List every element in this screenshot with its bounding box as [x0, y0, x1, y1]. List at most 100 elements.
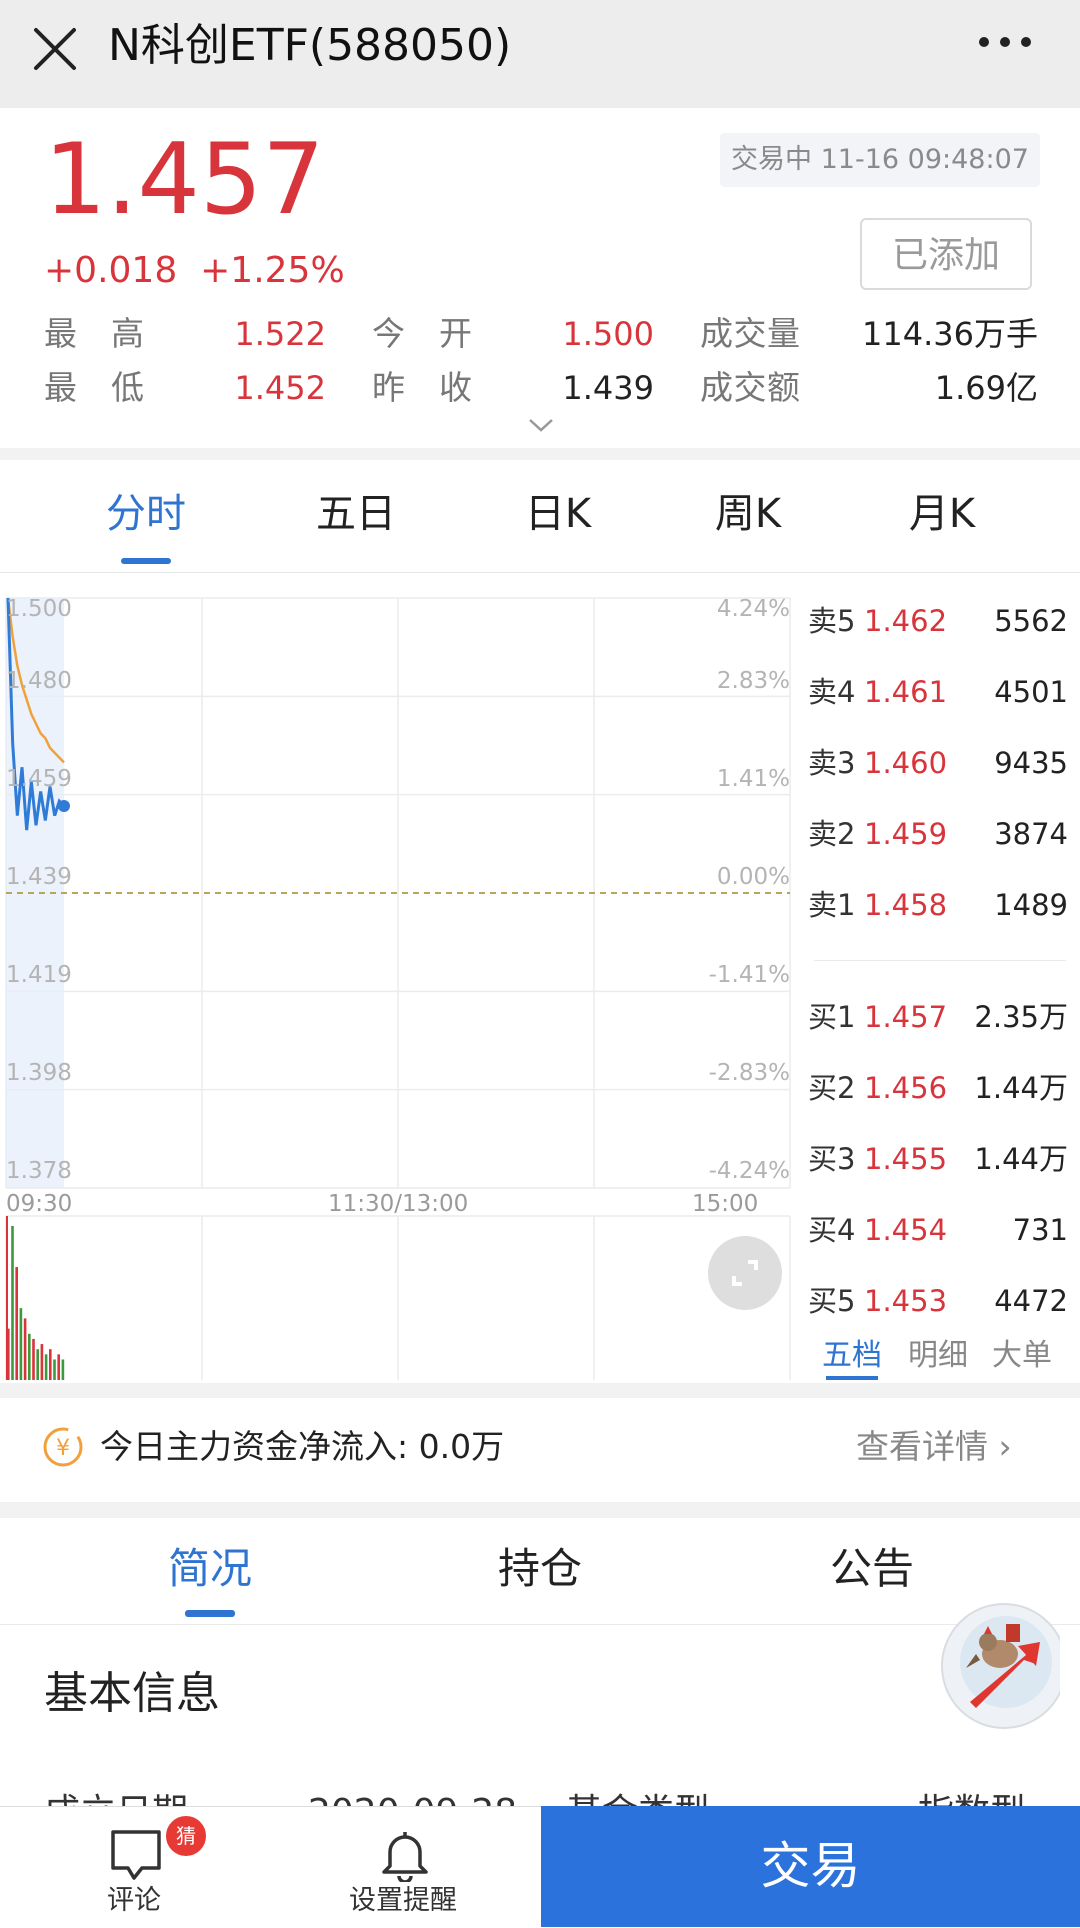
volume-bar — [44, 1354, 48, 1380]
ask-label: 卖3 — [808, 746, 856, 780]
open-label: 今 开 — [372, 314, 473, 353]
bid-price: 1.454 — [864, 1213, 948, 1247]
high-value: 1.522 — [234, 315, 326, 353]
section-title: 基本信息 — [44, 1668, 220, 1719]
y-left-tick: 1.378 — [6, 1158, 72, 1184]
x-tick: 09:30 — [6, 1191, 73, 1217]
ask-price: 1.458 — [864, 888, 948, 922]
tab-announcements[interactable]: 公告 — [830, 1540, 914, 1598]
volume-bar — [19, 1308, 23, 1380]
y-left-tick: 1.480 — [6, 668, 72, 694]
bid-label: 买1 — [808, 1000, 856, 1034]
volume-bar — [15, 1267, 18, 1380]
svg-text:¥: ¥ — [56, 1436, 70, 1461]
ask-price: 1.459 — [864, 817, 948, 851]
comment-label: 评论 — [107, 1885, 161, 1916]
price-change: +0.018 +1.25% — [44, 248, 345, 294]
volume-bars — [6, 1216, 65, 1380]
y-left-tick: 1.439 — [6, 864, 72, 890]
bid-row-4: 买4 1.454 731 — [808, 1205, 1068, 1255]
expand-icon[interactable] — [708, 1236, 782, 1310]
ask-row-5: 卖5 1.462 5562 — [808, 596, 1068, 646]
volume-bar — [36, 1349, 39, 1380]
ask-volume: 3874 — [994, 817, 1068, 851]
ask-label: 卖4 — [808, 675, 856, 709]
turnover-label: 成交额 — [700, 368, 801, 407]
ask-price: 1.462 — [864, 604, 948, 638]
ask-volume: 9435 — [994, 746, 1068, 780]
bid-label: 买5 — [808, 1284, 856, 1318]
y-left-tick: 1.398 — [6, 1060, 72, 1086]
bid-volume: 1.44万 — [974, 1142, 1068, 1176]
volume-bar — [49, 1349, 52, 1380]
mascot-icon[interactable] — [936, 1590, 1067, 1742]
bid-price: 1.457 — [864, 1000, 948, 1034]
high-label: 最 高 — [44, 314, 145, 353]
added-button[interactable]: 已添加 — [860, 218, 1032, 290]
view-details-link[interactable]: 查看详情 › — [856, 1424, 1012, 1470]
order-book-tab-underline — [826, 1376, 878, 1380]
ask-volume: 4501 — [994, 675, 1068, 709]
ask-label: 卖1 — [808, 888, 856, 922]
bid-volume: 4472 — [994, 1284, 1068, 1318]
y-left-tick: 1.419 — [6, 962, 72, 988]
tab-five-levels[interactable]: 五档 — [822, 1336, 882, 1376]
page-title: N科创ETF(588050) — [108, 20, 512, 71]
low-value: 1.452 — [234, 369, 326, 407]
tab-intraday[interactable]: 分时 — [106, 486, 186, 542]
y-right-tick: 1.41% — [716, 766, 790, 792]
volume-bar — [53, 1359, 56, 1380]
y-right-tick: 0.00% — [716, 864, 790, 890]
bid-label: 买4 — [808, 1213, 856, 1247]
volume-label: 成交量 — [700, 314, 801, 353]
more-dots-icon[interactable] — [972, 22, 1042, 78]
close-icon[interactable] — [28, 22, 84, 78]
capital-flow-text: 今日主力资金净流入: 0.0万 — [100, 1427, 505, 1466]
tab-details[interactable]: 明细 — [908, 1336, 968, 1376]
volume-bar — [32, 1338, 35, 1380]
tab-monthly-k[interactable]: 月K — [909, 486, 975, 542]
bid-row-5: 买5 1.453 4472 — [808, 1276, 1068, 1326]
bid-row-3: 买3 1.455 1.44万 — [808, 1134, 1068, 1184]
tab-daily-k[interactable]: 日K — [525, 486, 591, 542]
current-price: 1.457 — [44, 123, 325, 237]
tab-holdings[interactable]: 持仓 — [498, 1540, 582, 1598]
volume-bar — [57, 1354, 60, 1380]
bell-icon — [382, 1832, 428, 1884]
y-left-tick: 1.459 — [6, 766, 72, 792]
prev-close-value: 1.439 — [562, 369, 654, 407]
x-tick: 15:00 — [692, 1191, 759, 1217]
notification-badge: 猜 — [164, 1814, 208, 1858]
turnover-value: 1.69亿 — [934, 369, 1038, 407]
ask-row-4: 卖4 1.461 4501 — [808, 667, 1068, 717]
volume-value: 114.36万手 — [862, 315, 1038, 353]
tab-five-day[interactable]: 五日 — [316, 486, 396, 542]
tab-weekly-k[interactable]: 周K — [715, 486, 781, 542]
ask-label: 卖5 — [808, 604, 856, 638]
open-value: 1.500 — [562, 315, 654, 353]
low-label: 最 低 — [44, 368, 145, 407]
bid-price: 1.453 — [864, 1284, 948, 1318]
volume-bar — [11, 1226, 14, 1380]
trade-button[interactable]: 交易 — [541, 1806, 1080, 1927]
intraday-chart[interactable] — [0, 590, 800, 1390]
yen-icon: ¥ — [42, 1426, 84, 1468]
y-right-tick: -4.24% — [708, 1158, 790, 1184]
bid-label: 买3 — [808, 1142, 856, 1176]
set-alert-button[interactable]: 设置提醒 — [340, 1826, 470, 1922]
tab-overview[interactable]: 简况 — [168, 1540, 252, 1598]
tab-big-orders[interactable]: 大单 — [992, 1336, 1052, 1376]
chevron-down-icon[interactable] — [524, 414, 558, 436]
last-price-dot — [58, 799, 70, 812]
volume-grid — [5, 1215, 791, 1380]
y-right-tick: 4.24% — [716, 596, 790, 622]
ask-volume: 1489 — [994, 888, 1068, 922]
y-right-tick: -1.41% — [708, 962, 790, 988]
ask-price: 1.461 — [864, 675, 948, 709]
order-book-divider — [814, 960, 1066, 961]
y-right-tick: -2.83% — [708, 1060, 790, 1086]
bid-label: 买2 — [808, 1071, 856, 1105]
ask-row-2: 卖2 1.459 3874 — [808, 809, 1068, 859]
volume-bar — [40, 1344, 44, 1380]
y-right-tick: 2.83% — [716, 668, 790, 694]
